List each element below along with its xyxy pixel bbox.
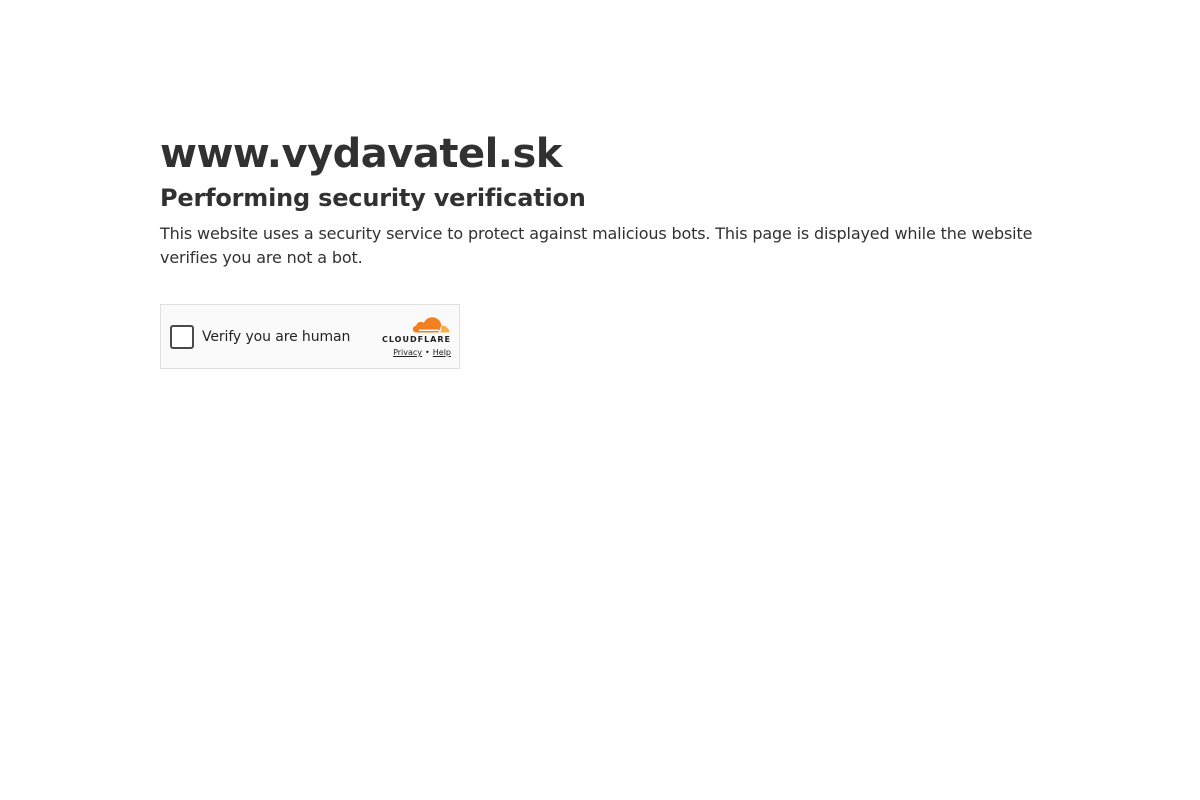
turnstile-widget: Verify you are human CLOUDFLARE Privacy •…: [160, 304, 460, 369]
help-link[interactable]: Help: [433, 348, 451, 357]
main-content: www.vydavatel.sk Performing security ver…: [160, 128, 1050, 270]
verify-label[interactable]: Verify you are human: [202, 327, 350, 347]
cloudflare-branding: CLOUDFLARE Privacy • Help: [371, 316, 451, 358]
privacy-link[interactable]: Privacy: [393, 348, 422, 357]
cloudflare-cloud-icon: [412, 317, 450, 333]
link-separator: •: [425, 348, 430, 357]
site-name-heading: www.vydavatel.sk: [160, 131, 562, 177]
page-description: This website uses a security service to …: [160, 224, 1033, 267]
cloudflare-wordmark: CLOUDFLARE: [382, 335, 451, 344]
verify-checkbox[interactable]: [170, 325, 194, 349]
page-subtitle: Performing security verification: [160, 184, 586, 212]
widget-links: Privacy • Help: [371, 348, 451, 358]
